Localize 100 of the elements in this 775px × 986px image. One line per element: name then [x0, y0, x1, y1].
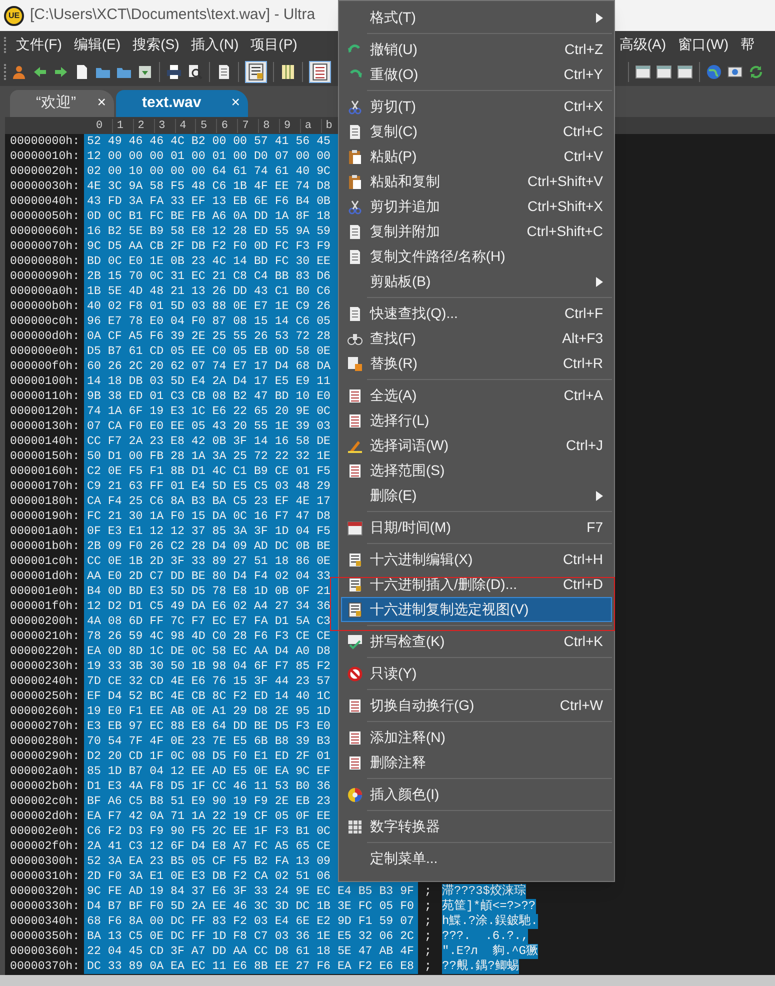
address-cell-text: 00000150h: — [9, 449, 81, 464]
window-title: [C:\Users\XCT\Documents\text.wav] - Ultra — [30, 5, 316, 26]
menu-bar-item[interactable]: 高级(A) — [613, 34, 672, 55]
shortcut-text: Ctrl+Shift+V — [528, 172, 603, 191]
address-cell-text: 00000360h: — [9, 944, 81, 959]
ascii-text: ??覥.鍝?鲫蜴 — [442, 959, 519, 974]
list-icon — [347, 698, 363, 714]
column-header: 4 — [176, 118, 196, 132]
list-view-button[interactable] — [309, 61, 331, 83]
menu-bar-item[interactable]: 编辑(E) — [68, 34, 127, 55]
hex-mode-button[interactable] — [245, 61, 267, 83]
shortcut-text: F7 — [586, 518, 603, 537]
globe-icon[interactable] — [706, 64, 722, 80]
shortcut-text: Ctrl+V — [564, 147, 603, 166]
address-cell-text: 000002f0h: — [9, 839, 81, 854]
magnifier-icon[interactable] — [187, 64, 203, 80]
menu-item[interactable]: 格式(T) — [341, 5, 612, 30]
separator-text: ; — [424, 944, 432, 959]
address-cell-text: 000002d0h: — [9, 809, 81, 824]
address-cell-text: 00000350h: — [9, 929, 81, 944]
window-icon[interactable] — [677, 64, 693, 80]
refresh-icon[interactable] — [748, 64, 764, 80]
shortcut-text: Ctrl+F — [564, 304, 603, 323]
list-icon — [311, 63, 329, 81]
address-cell-text: 00000140h: — [9, 434, 81, 449]
clipboard-icon — [347, 174, 363, 190]
column-header: 7 — [238, 118, 260, 132]
columns-icon[interactable] — [280, 64, 296, 80]
document-icon — [347, 224, 363, 240]
close-icon[interactable]: × — [97, 92, 106, 115]
address-cell-text: 00000120h: — [9, 404, 81, 419]
tray-icon[interactable] — [137, 64, 153, 80]
person-icon[interactable] — [11, 64, 27, 80]
address-cell-text: 00000240h: — [9, 674, 81, 689]
menu-item[interactable]: 剪切(T) Ctrl+X — [341, 94, 612, 119]
screen-icon[interactable] — [727, 64, 743, 80]
close-icon[interactable]: × — [231, 92, 240, 115]
shortcut-text: Ctrl+Y — [564, 65, 603, 84]
address-cell-text: 00000220h: — [9, 644, 81, 659]
address-cell-text: 00000080h: — [9, 254, 81, 269]
menu-item[interactable]: 撤销(U) Ctrl+Z — [341, 37, 612, 62]
shortcut-text: Ctrl+Z — [564, 40, 603, 59]
address-cell-text: 000000e0h: — [9, 344, 81, 359]
separator-text: ; — [424, 914, 432, 929]
address-cell-text: 000001e0h: — [9, 584, 81, 599]
document-icon — [347, 248, 363, 264]
shortcut-text: Ctrl+Shift+X — [528, 197, 603, 216]
shortcut-text: Ctrl+X — [564, 97, 603, 116]
shortcut-text: Ctrl+K — [564, 632, 603, 651]
right-arrow-icon[interactable] — [53, 64, 69, 80]
column-header: 5 — [196, 118, 218, 132]
shortcut-text: Ctrl+J — [566, 436, 603, 455]
printer-icon[interactable] — [166, 64, 182, 80]
spellcheck-icon — [347, 634, 363, 650]
page-icon[interactable] — [74, 64, 90, 80]
menu-bar-item[interactable]: 文件(F) — [10, 34, 68, 55]
hex-bytes: 9C FE AD 19 84 37 E6 3F 33 24 9E EC E4 B5 B3 9F — [84, 884, 418, 899]
horizontal-scrollbar[interactable] — [0, 975, 775, 986]
menu-bar-item[interactable]: 搜索(S) — [126, 34, 186, 55]
hex-bytes: 22 04 45 CD 3F A7 DD AA CC D8 61 18 5E 47 AB 4F — [84, 944, 418, 959]
menu-item-label: 格式(T) — [370, 8, 417, 27]
address-cell-text: 00000030h: — [9, 179, 81, 194]
column-header: 1 — [112, 118, 134, 132]
clipboard-icon — [347, 148, 363, 164]
address-cell-text: 00000180h: — [9, 494, 81, 509]
window-icon[interactable] — [656, 64, 672, 80]
address-cell-text: 00000310h: — [9, 869, 81, 884]
address-cell-text: 00000130h: — [9, 419, 81, 434]
separator-text: ; — [424, 884, 432, 899]
tab[interactable]: “欢迎” × — [10, 90, 114, 117]
tab[interactable]: text.wav × — [116, 90, 248, 117]
address-cell-text: 00000280h: — [9, 734, 81, 749]
shortcut-text: Ctrl+Shift+C — [526, 222, 603, 241]
ascii-text: ".E?л 豿.^G獗 — [442, 944, 538, 959]
menu-item-label: 全选(A) — [370, 386, 418, 405]
left-arrow-icon[interactable] — [32, 64, 48, 80]
column-header: 8 — [259, 118, 280, 132]
shortcut-text: Ctrl+H — [562, 550, 603, 569]
address-cell-text: 00000010h: — [9, 149, 81, 164]
menu-bar-item[interactable]: 插入(N) — [185, 34, 245, 55]
menu-bar-item[interactable]: 窗口(W) — [672, 34, 735, 55]
ascii-text: 滞???3$烄涞琮 — [442, 884, 526, 899]
address-cell-text: 00000300h: — [9, 854, 81, 869]
menu-bar-item[interactable]: 项目(P) — [244, 34, 304, 55]
address-cell-text: 00000340h: — [9, 914, 81, 929]
separator-text: ; — [424, 929, 432, 944]
menu-bar-item[interactable]: 帮 — [734, 34, 761, 55]
address-cell-text: 00000160h: — [9, 464, 81, 479]
document-icon[interactable] — [216, 64, 232, 80]
window-icon[interactable] — [635, 64, 651, 80]
address-cell-text: 000001f0h: — [9, 599, 81, 614]
separator-text: ; — [424, 959, 432, 974]
address-cell-text: 000000c0h: — [9, 314, 81, 329]
address-cell-text: 00000040h: — [9, 194, 81, 209]
document-icon — [347, 124, 363, 140]
shortcut-text: Alt+F3 — [562, 329, 603, 348]
address-cell-text: 00000250h: — [9, 689, 81, 704]
menu-item[interactable]: 十六进制复制选定视图(V) — [341, 597, 612, 622]
address-cell-text: 00000320h: — [9, 884, 81, 899]
address-cell-text: 00000230h: — [9, 659, 81, 674]
